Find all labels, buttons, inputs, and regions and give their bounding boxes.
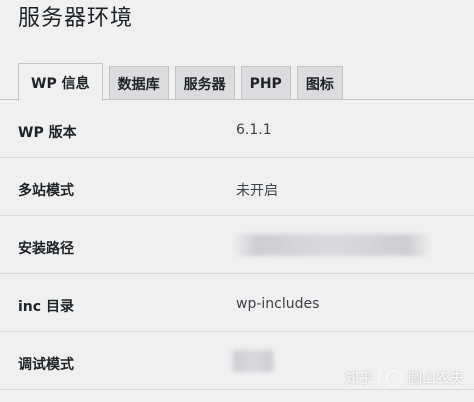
row-label: 多站模式 bbox=[18, 183, 74, 199]
tab-server[interactable]: 服务器 bbox=[174, 66, 235, 100]
row-multisite: 多站模式 未开启 bbox=[0, 158, 474, 216]
tab-wp-info[interactable]: WP 信息 bbox=[18, 63, 103, 101]
row-value: 6.1.1 bbox=[236, 122, 272, 138]
row-label: inc 目录 bbox=[18, 299, 74, 315]
tab-database[interactable]: 数据库 bbox=[108, 66, 169, 100]
page-title: 服务器环境 bbox=[18, 6, 134, 31]
avatar-icon bbox=[386, 370, 402, 386]
row-label: WP 版本 bbox=[18, 125, 77, 141]
tabs-bar: WP 信息 数据库 服务器 PHP 图标 bbox=[18, 62, 343, 101]
watermark-divider bbox=[379, 371, 380, 385]
row-inc-directory: inc 目录 wp-includes bbox=[0, 274, 474, 332]
tab-php[interactable]: PHP bbox=[240, 66, 291, 100]
server-environment-page: 服务器环境 WP 信息 数据库 服务器 PHP 图标 WP 版本 6.1.1 多… bbox=[0, 0, 474, 402]
row-value: 未开启 bbox=[236, 183, 278, 199]
info-table: WP 版本 6.1.1 多站模式 未开启 安装路径 inc 目录 wp-incl… bbox=[0, 100, 474, 390]
redacted-value bbox=[230, 350, 276, 372]
watermark: 知乎 圆山农夫 bbox=[345, 368, 464, 388]
row-label: 调试模式 bbox=[18, 357, 74, 373]
watermark-site: 知乎 bbox=[345, 371, 373, 387]
watermark-author: 圆山农夫 bbox=[408, 371, 464, 387]
row-wp-version: WP 版本 6.1.1 bbox=[0, 100, 474, 158]
redacted-value bbox=[232, 234, 432, 256]
row-label: 安装路径 bbox=[18, 241, 74, 257]
row-value: wp-includes bbox=[236, 296, 320, 312]
tab-icons[interactable]: 图标 bbox=[296, 66, 343, 100]
row-install-path: 安装路径 bbox=[0, 216, 474, 274]
